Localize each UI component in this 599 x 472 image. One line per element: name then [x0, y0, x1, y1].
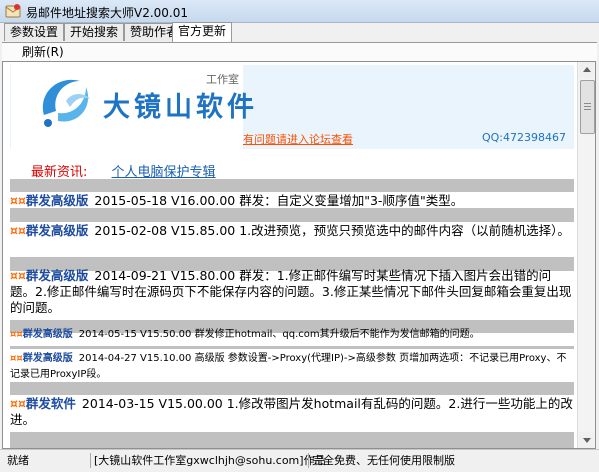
- entry-bullet: ¤¤: [10, 223, 26, 238]
- logo-block: 大镜山软件 工作室: [11, 65, 254, 149]
- news-link[interactable]: 个人电脑保护专辑: [112, 165, 216, 180]
- scroll-up-icon[interactable]: [579, 62, 594, 78]
- toolbar: 刷新(R): [2, 42, 597, 61]
- brand-subtitle: 工作室: [206, 73, 239, 86]
- entry-bullet: ¤¤: [10, 329, 23, 340]
- update-page-frame: 大镜山软件 工作室 有问题请进入论坛查看 QQ:472398467 最新资讯: …: [2, 61, 596, 449]
- separator-bar: [10, 208, 574, 222]
- app-icon[interactable]: [5, 3, 21, 19]
- separator-bar: [10, 346, 574, 349]
- update-page-content: 大镜山软件 工作室 有问题请进入论坛查看 QQ:472398467 最新资讯: …: [3, 62, 578, 448]
- status-license: 完全免费、无任何使用限制版: [308, 453, 458, 468]
- tab-strip: 参数设置 开始搜索 赞助作者 官方更新: [0, 22, 599, 42]
- scroll-down-icon[interactable]: [579, 432, 594, 448]
- news-entry: ¤¤群发软件 2014-03-15 V15.00.00 1.修改带图片发hotma…: [10, 396, 574, 428]
- title-bar: 易邮件地址搜索大师V2.00.01: [0, 0, 599, 23]
- entry-edition[interactable]: 群发高级版: [26, 193, 89, 208]
- status-bar: 就绪 [大镜山软件工作室gxwclhjh@sohu.com]作品 完全免费、无任…: [0, 449, 599, 472]
- entry-text: 2014-05-15 V15.50.00 群发修正hotmail、qq.com其…: [78, 329, 480, 340]
- news-header: 最新资讯: 个人电脑保护专辑: [31, 161, 216, 180]
- entry-text: 2014-04-27 V15.10.00 高级版 参数设置->Proxy(代理I…: [10, 353, 567, 380]
- refresh-button[interactable]: 刷新(R): [22, 44, 64, 60]
- forum-link[interactable]: 有问题请进入论坛查看: [243, 131, 353, 147]
- scroll-thumb[interactable]: [580, 80, 595, 134]
- news-entry: ¤¤群发高级版 2014-09-21 V15.80.00 群发：1.修正邮件编写时…: [10, 268, 574, 316]
- entry-text: 2014-03-15 V15.00.00 1.修改带图片发hotmail有乱码的…: [10, 396, 573, 427]
- entry-text: 2015-02-08 V15.85.00 1.改进预览，预览只预览选中的邮件内容…: [94, 223, 570, 238]
- status-author: [大镜山软件工作室gxwclhjh@sohu.com]作品: [90, 453, 329, 468]
- entry-bullet: ¤¤: [10, 396, 26, 411]
- brand-name: 大镜山软件: [103, 92, 258, 123]
- news-entry: ¤¤群发高级版 2015-05-18 V16.00.00 群发：自定义变量增加"3…: [10, 193, 574, 209]
- entry-bullet: ¤¤: [10, 353, 23, 364]
- entry-text: 2015-05-18 V16.00.00 群发：自定义变量增加"3-顺序值"类型…: [94, 193, 464, 208]
- window-title: 易邮件地址搜索大师V2.00.01: [26, 6, 189, 20]
- tab-parameters[interactable]: 参数设置: [4, 23, 65, 41]
- news-entry: ¤¤群发高级版 2015-02-08 V15.85.00 1.改进预览，预览只预览…: [10, 223, 574, 239]
- entry-bullet: ¤¤: [10, 268, 26, 283]
- news-entry: ¤¤群发高级版 2014-05-15 V15.50.00 群发修正hotmail、…: [10, 327, 574, 343]
- separator-bar: [10, 179, 574, 192]
- tab-start-search[interactable]: 开始搜索: [64, 23, 125, 41]
- separator-bar: [10, 432, 574, 448]
- entry-bullet: ¤¤: [10, 193, 26, 208]
- status-state: 就绪: [7, 454, 29, 467]
- entry-edition[interactable]: 群发高级版: [26, 268, 89, 283]
- logo-swirl-icon: [42, 79, 90, 127]
- news-label: 最新资讯:: [31, 165, 88, 180]
- entry-text: 2014-09-21 V15.80.00 群发：1.修正邮件编写时某些情况下插入…: [10, 268, 572, 315]
- qq-number: QQ:472398467: [481, 131, 566, 144]
- entry-edition[interactable]: 群发软件: [26, 396, 76, 411]
- entry-edition[interactable]: 群发高级版: [23, 329, 73, 340]
- tab-official-update[interactable]: 官方更新: [172, 22, 233, 42]
- entry-edition[interactable]: 群发高级版: [23, 353, 73, 364]
- entry-edition[interactable]: 群发高级版: [26, 223, 89, 238]
- news-entry: ¤¤群发高级版 2014-04-27 V15.10.00 高级版 参数设置->Pr…: [10, 351, 574, 383]
- banner: 大镜山软件 工作室 有问题请进入论坛查看 QQ:472398467: [10, 65, 574, 149]
- vertical-scrollbar[interactable]: [577, 62, 595, 448]
- separator-bar: [10, 382, 574, 395]
